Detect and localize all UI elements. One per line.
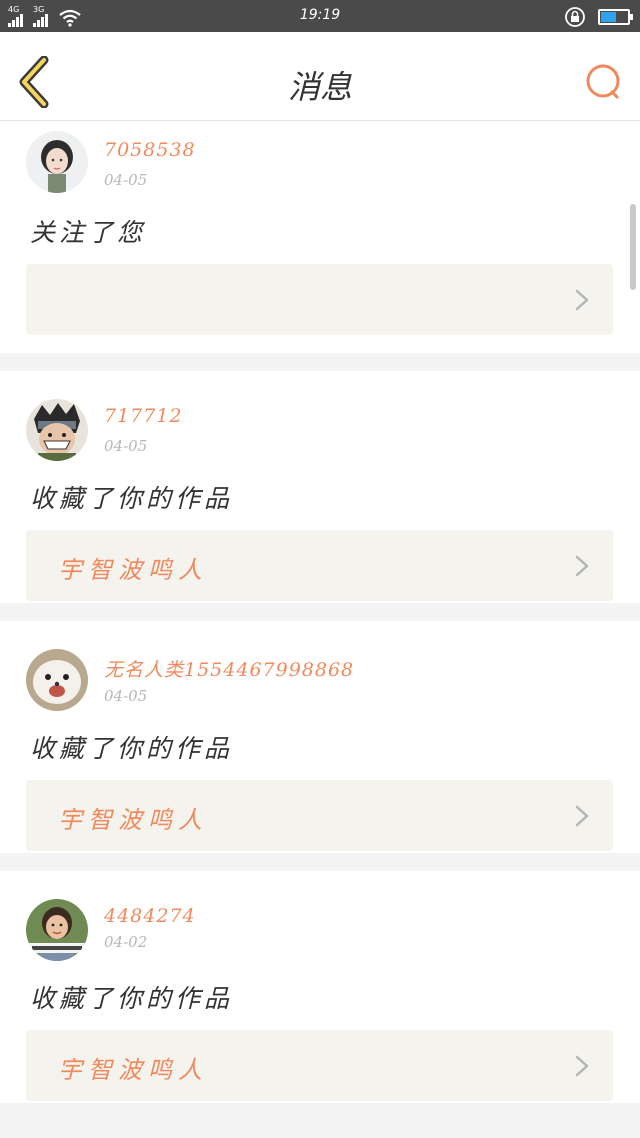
chevron-right-icon [575,289,589,311]
work-title: 宇智波鸣人 [58,556,208,584]
message-date: 04-02 [104,933,148,951]
message-date: 04-05 [104,171,148,189]
battery-fill [601,12,617,22]
page-title: 消息 [287,68,352,106]
message-item: 7058538 04-05 关注了您 [0,121,640,353]
scrollbar[interactable] [630,204,636,290]
message-date: 04-05 [104,437,148,455]
work-title: 宇智波鸣人 [58,1056,208,1084]
status-bar: 4G 3G 19:19 [0,0,640,32]
message-action: 收藏了你的作品 [30,984,234,1013]
chevron-right-icon [575,1055,589,1077]
username[interactable]: 无名人类1554467998868 [104,655,354,682]
message-action: 收藏了你的作品 [30,734,234,763]
username[interactable]: 717712 [104,405,183,427]
work-link[interactable]: 宇智波鸣人 [26,530,613,601]
avatar[interactable] [26,649,88,711]
search-button[interactable] [584,62,624,102]
rotation-lock-icon [565,7,585,27]
work-title: 宇智波鸣人 [58,806,208,834]
chevron-right-icon [575,555,589,577]
message-item: 无名人类1554467998868 04-05 收藏了你的作品 宇智波鸣人 [0,621,640,853]
message-date: 04-05 [104,687,148,705]
work-link[interactable]: 宇智波鸣人 [26,1030,613,1101]
message-action: 收藏了你的作品 [30,484,234,513]
avatar[interactable] [26,399,88,461]
message-item: 717712 04-05 收藏了你的作品 宇智波鸣人 [0,371,640,603]
work-link[interactable]: 宇智波鸣人 [26,780,613,851]
message-item: 4484274 04-02 收藏了你的作品 宇智波鸣人 [0,871,640,1103]
message-list: 7058538 04-05 关注了您 717712 04-05 收藏了你的作品 … [0,121,640,1121]
clock: 19:19 [299,7,341,23]
avatar[interactable] [26,899,88,961]
chevron-right-icon [575,805,589,827]
message-action: 关注了您 [30,218,147,247]
header: 消息 [0,32,640,121]
battery-icon [598,9,633,25]
username[interactable]: 7058538 [104,139,196,161]
avatar[interactable] [26,131,88,193]
username[interactable]: 4484274 [104,905,196,927]
work-link[interactable] [26,264,613,335]
